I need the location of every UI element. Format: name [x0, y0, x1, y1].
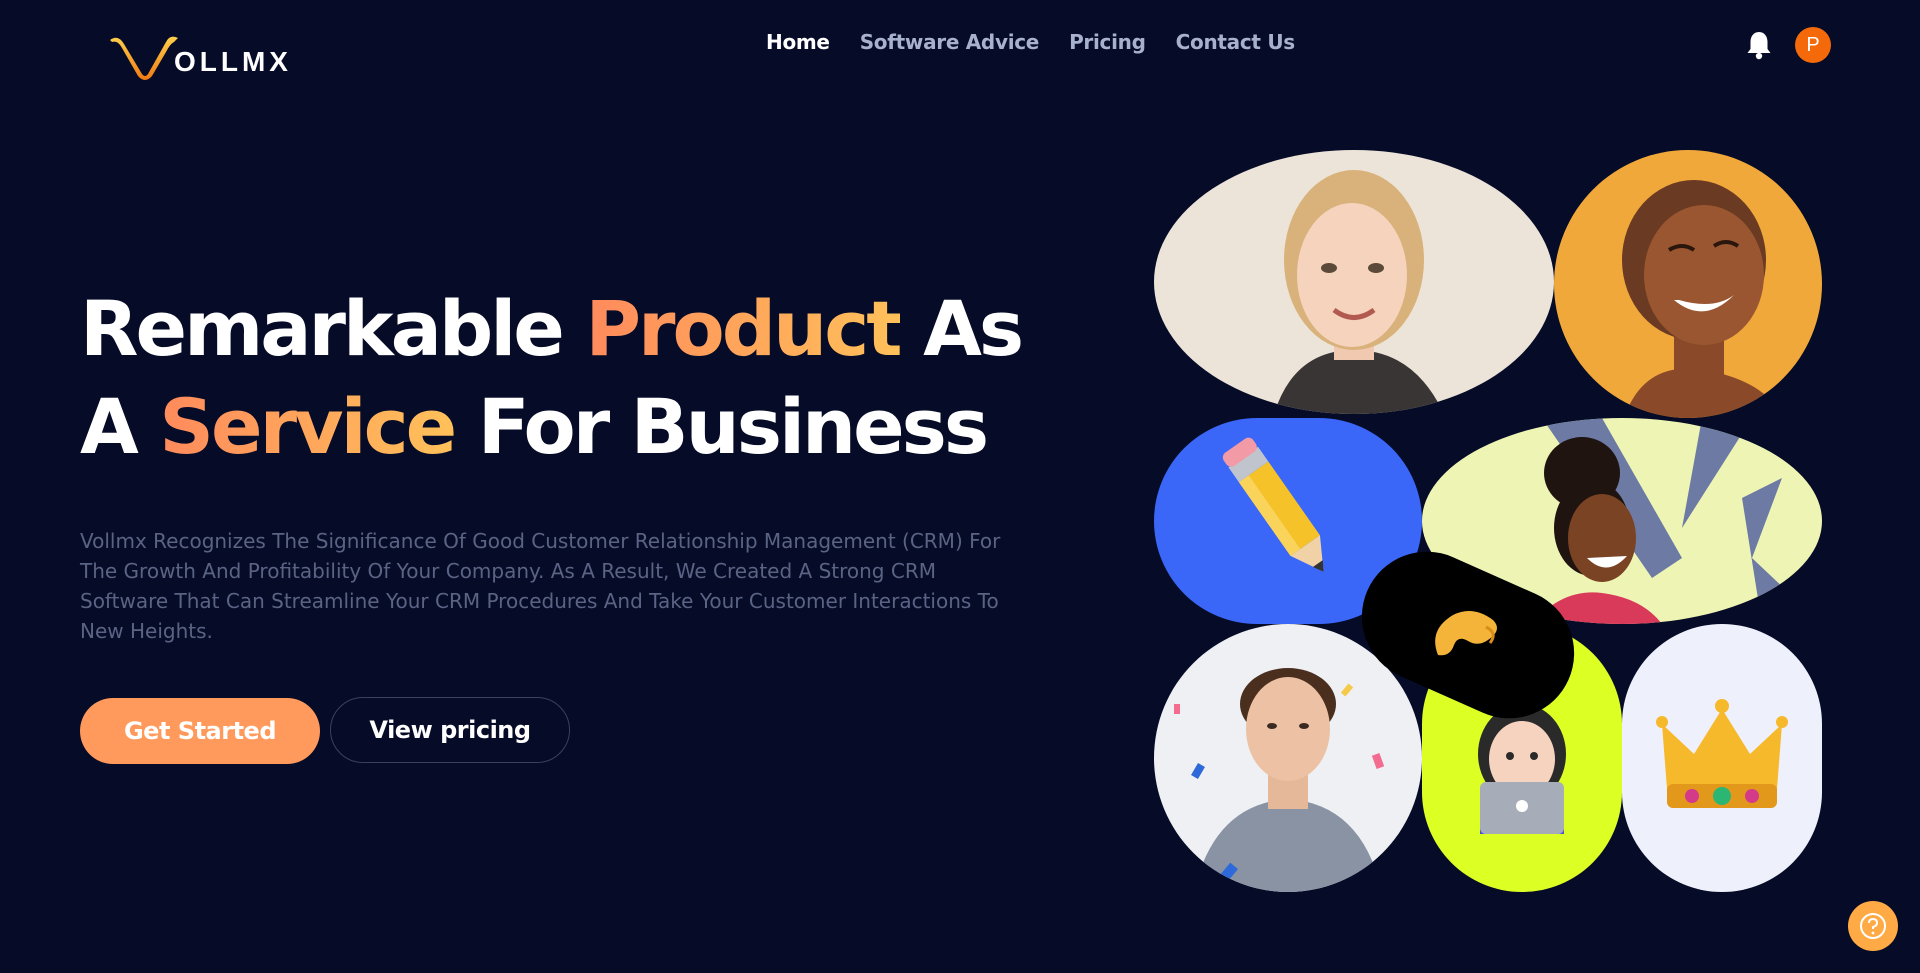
hero-title-accent-service: Service	[159, 382, 457, 471]
notification-button[interactable]	[1746, 30, 1772, 64]
crown-tile	[1622, 624, 1822, 892]
main-nav: Home Software Advice Pricing Contact Us	[766, 30, 1295, 54]
nav-home[interactable]: Home	[766, 30, 830, 54]
get-started-button[interactable]: Get Started	[80, 698, 320, 764]
photo-laughing-woman	[1554, 150, 1822, 418]
brand-logo[interactable]: OLLMX	[108, 28, 292, 80]
hero-title-text: Remarkable	[80, 284, 586, 373]
nav-contact-us[interactable]: Contact Us	[1176, 30, 1296, 54]
help-button[interactable]	[1848, 901, 1898, 951]
hero-description: Vollmx Recognizes The Significance Of Go…	[80, 529, 1001, 643]
question-icon	[1860, 913, 1886, 939]
hero-title: Remarkable Product As A Service For Busi…	[80, 280, 1024, 476]
hero-title-line-2: A Service For Business	[80, 382, 989, 471]
hero-title-accent-product: Product	[585, 284, 902, 373]
crown-emoji	[1656, 699, 1788, 808]
view-pricing-button[interactable]: View pricing	[330, 697, 570, 763]
hero-title-text: For Business	[454, 382, 989, 471]
user-avatar[interactable]: P	[1795, 27, 1831, 63]
photo-blonde-woman	[1154, 150, 1554, 414]
nav-software-advice[interactable]: Software Advice	[860, 30, 1040, 54]
logo-v-icon	[110, 36, 178, 80]
nav-pricing[interactable]: Pricing	[1069, 30, 1146, 54]
logo-wordmark: OLLMX	[174, 46, 292, 77]
hero-title-text: A	[80, 382, 160, 471]
hero-title-line-1: Remarkable Product As	[80, 284, 1024, 373]
hero-title-text: As	[899, 284, 1024, 373]
bell-icon	[1747, 32, 1771, 60]
